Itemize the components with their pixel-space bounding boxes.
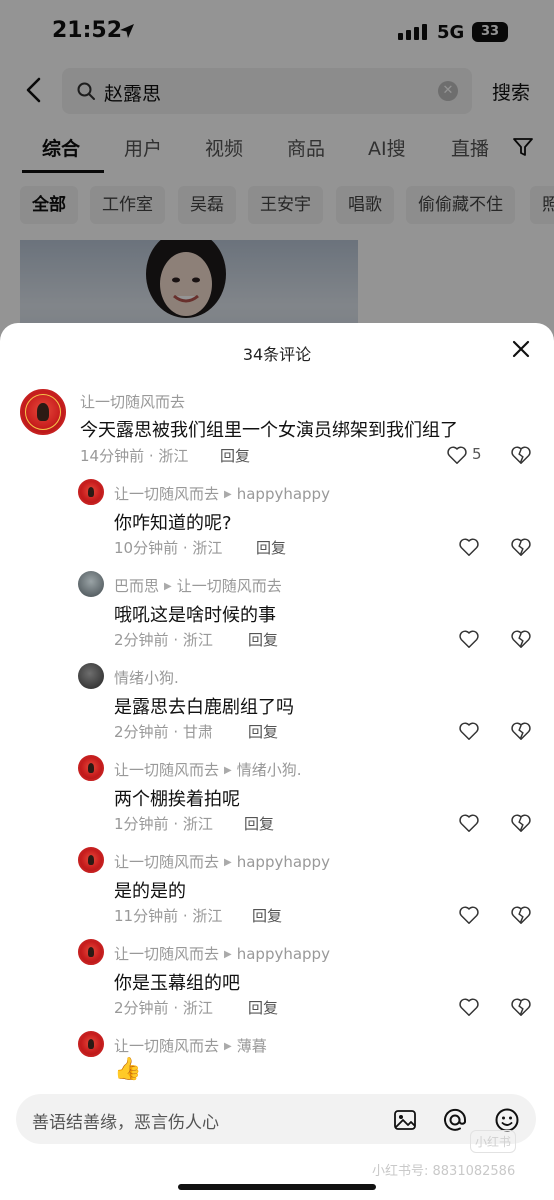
dislike-icon[interactable] [510, 812, 532, 834]
comment-input-placeholder: 善语结善缘，恶言伤人心 [32, 1113, 219, 1133]
avatar[interactable] [78, 571, 104, 597]
comments-title: 34条评论 [242, 345, 312, 364]
reply-meta: 巴而思 ▶ 让一切随风而去 [114, 577, 282, 595]
reply-time-location: 2分钟前 · 浙江 [114, 999, 213, 1017]
reply-meta: 让一切随风而去 ▶ happyhappy [114, 853, 330, 871]
reply-username[interactable]: 让一切随风而去 [114, 761, 219, 779]
reply-text: 是的是的 [114, 881, 186, 902]
reply-time-location: 10分钟前 · 浙江 [114, 539, 223, 557]
reply-button[interactable]: 回复 [248, 721, 278, 742]
close-icon[interactable] [510, 338, 532, 360]
reply-button[interactable]: 回复 [248, 997, 278, 1018]
reply-meta: 让一切随风而去 ▶ 情绪小狗. [114, 761, 302, 779]
thumbs-up-emoji: 👍 [114, 1057, 142, 1082]
dislike-icon[interactable] [510, 996, 532, 1018]
reply-target[interactable]: happyhappy [237, 485, 330, 503]
reply-button[interactable]: 回复 [252, 905, 282, 926]
reply-username[interactable]: 巴而思 [114, 577, 159, 595]
mention-icon[interactable] [442, 1107, 468, 1133]
dislike-icon[interactable] [510, 444, 532, 466]
reply-target[interactable]: 让一切随风而去 [177, 577, 282, 595]
home-indicator [178, 1184, 376, 1190]
image-icon[interactable] [392, 1107, 418, 1133]
like-icon[interactable] [458, 812, 480, 834]
reply-text: 你咋知道的呢? [114, 513, 232, 534]
reply-meta: 让一切随风而去 ▶ 薄暮 [114, 1037, 267, 1055]
reply-button[interactable]: 回复 [220, 445, 250, 466]
reply-time-location: 2分钟前 · 甘肃 [114, 723, 213, 741]
watermark-text: 小红书号: 8831082586 [372, 1164, 516, 1179]
like-icon[interactable] [458, 720, 480, 742]
like-icon[interactable] [458, 628, 480, 650]
reply-username[interactable]: 让一切随风而去 [114, 1037, 219, 1055]
avatar[interactable] [78, 479, 104, 505]
reply-username[interactable]: 情绪小狗. [114, 667, 179, 688]
avatar[interactable] [78, 939, 104, 965]
reply-target[interactable]: 情绪小狗. [237, 761, 302, 779]
reply-username[interactable]: 让一切随风而去 [114, 945, 219, 963]
avatar[interactable] [78, 755, 104, 781]
reply-button[interactable]: 回复 [248, 629, 278, 650]
dislike-icon[interactable] [510, 536, 532, 558]
avatar[interactable] [20, 389, 66, 435]
reply-time-location: 1分钟前 · 浙江 [114, 815, 213, 833]
reply-button[interactable]: 回复 [256, 537, 286, 558]
reply-target[interactable]: happyhappy [237, 853, 330, 871]
reply-username[interactable]: 让一切随风而去 [114, 485, 219, 503]
comment-time-location: 14分钟前 · 浙江 [80, 447, 189, 465]
reply-time-location: 11分钟前 · 浙江 [114, 907, 223, 925]
reply-button[interactable]: 回复 [244, 813, 274, 834]
comment-input[interactable]: 善语结善缘，恶言伤人心 [16, 1094, 536, 1144]
watermark-logo: 小红书 [470, 1130, 517, 1153]
like-icon[interactable] [458, 904, 480, 926]
reply-text: 是露思去白鹿剧组了吗 [114, 697, 294, 718]
reply-target[interactable]: happyhappy [237, 945, 330, 963]
like-icon[interactable] [458, 996, 480, 1018]
reply-target[interactable]: 薄暮 [237, 1037, 267, 1055]
avatar[interactable] [78, 1031, 104, 1057]
comment-text: 今天露思被我们组里一个女演员绑架到我们组了 [80, 420, 458, 441]
reply-meta: 让一切随风而去 ▶ happyhappy [114, 485, 330, 503]
avatar[interactable] [78, 847, 104, 873]
comment-username[interactable]: 让一切随风而去 [80, 391, 185, 412]
like-icon[interactable] [446, 444, 468, 466]
reply-time-location: 2分钟前 · 浙江 [114, 631, 213, 649]
like-icon[interactable] [458, 536, 480, 558]
dislike-icon[interactable] [510, 904, 532, 926]
reply-text: 你是玉幕组的吧 [114, 973, 240, 994]
like-count: 5 [472, 445, 482, 463]
comments-sheet: 34条评论 让一切随风而去 今天露思被我们组里一个女演员绑架到我们组了 14分钟… [0, 323, 554, 1200]
reply-meta: 让一切随风而去 ▶ happyhappy [114, 945, 330, 963]
reply-username[interactable]: 让一切随风而去 [114, 853, 219, 871]
reply-text: 哦吼这是啥时候的事 [114, 605, 276, 626]
dislike-icon[interactable] [510, 720, 532, 742]
reply-text: 两个棚挨着拍呢 [114, 789, 240, 810]
avatar[interactable] [78, 663, 104, 689]
dislike-icon[interactable] [510, 628, 532, 650]
